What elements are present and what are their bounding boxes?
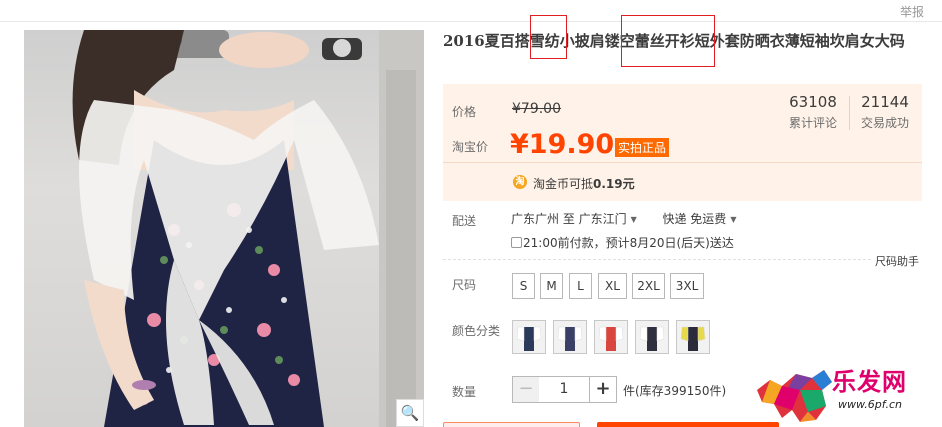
taobao-coin-icon: 淘 xyxy=(513,175,527,189)
highlight-box xyxy=(530,15,567,59)
size-helper-link[interactable]: 尺码助手 xyxy=(875,253,919,269)
price-panel: 价格 ¥79.00 淘宝价 ¥19.90 实拍正品 63108 累计评论 211… xyxy=(443,84,922,201)
delivery-eta: 21:00前付款，预计8月20日(后天)送达 xyxy=(511,234,734,251)
section-divider xyxy=(443,259,871,260)
model-photo-illustration xyxy=(72,30,424,427)
size-option[interactable]: XL xyxy=(598,273,627,299)
quantity-label: 数量 xyxy=(452,385,477,399)
report-link[interactable]: 举报 xyxy=(900,3,924,20)
ship-from: 广东广州 至 xyxy=(511,212,575,226)
current-price: ¥19.90 xyxy=(510,129,615,160)
watermark-text: 乐发网 xyxy=(832,367,907,396)
shipping-info: 广东广州 至 广东江门 ▼ 快递 免运费 ▼ xyxy=(511,210,736,227)
buy-now-button[interactable] xyxy=(443,422,580,427)
quantity-input[interactable]: 1 xyxy=(539,376,589,403)
ship-method-dropdown[interactable]: 快递 免运费 ▼ xyxy=(662,212,736,226)
size-option[interactable]: 2XL xyxy=(632,273,665,299)
ship-to-dropdown[interactable]: 广东江门 ▼ xyxy=(579,212,637,226)
watermark-url: www.6pf.cn xyxy=(838,398,902,411)
highlight-box xyxy=(621,15,715,67)
chevron-down-icon: ▼ xyxy=(730,215,737,224)
size-option[interactable]: M xyxy=(540,273,563,299)
sales-stat: 21144 交易成功 xyxy=(861,93,909,131)
size-option[interactable]: L xyxy=(569,273,592,299)
taobao-price-label: 淘宝价 xyxy=(452,140,489,154)
color-swatch[interactable] xyxy=(512,320,546,354)
genuine-badge: 实拍正品 xyxy=(615,138,670,157)
color-swatch[interactable] xyxy=(635,320,669,354)
price-divider xyxy=(443,162,922,163)
shipping-label: 配送 xyxy=(452,214,477,228)
zoom-search-icon[interactable]: 🔍 xyxy=(396,399,424,427)
reviews-label: 累计评论 xyxy=(789,116,838,130)
sales-label: 交易成功 xyxy=(861,116,910,130)
price-label: 价格 xyxy=(452,105,477,119)
color-swatch[interactable] xyxy=(594,320,628,354)
stat-divider xyxy=(849,96,850,130)
color-label: 颜色分类 xyxy=(452,324,501,338)
chevron-down-icon: ▼ xyxy=(630,215,637,224)
color-swatch[interactable] xyxy=(553,320,587,354)
coin-offset-text: 淘金币可抵0.19元 xyxy=(533,177,635,191)
stock-info: 件(库存399150件) xyxy=(623,384,727,398)
top-bar: 举报 xyxy=(0,0,942,22)
sales-count: 21144 xyxy=(861,93,909,111)
product-main-image[interactable]: 🔍 xyxy=(24,30,424,427)
size-label: 尺码 xyxy=(452,278,477,292)
original-price: ¥79.00 xyxy=(512,101,561,117)
size-option[interactable]: 3XL xyxy=(670,273,704,299)
quantity-decrease-button[interactable]: − xyxy=(512,376,540,403)
reviews-stat[interactable]: 63108 累计评论 xyxy=(789,93,837,131)
color-swatch[interactable] xyxy=(676,320,710,354)
quantity-increase-button[interactable]: + xyxy=(589,376,617,403)
coin-amount: 0.19元 xyxy=(593,177,635,191)
reviews-count: 63108 xyxy=(789,93,837,111)
size-option[interactable]: S xyxy=(512,273,535,299)
clock-icon xyxy=(511,237,522,248)
